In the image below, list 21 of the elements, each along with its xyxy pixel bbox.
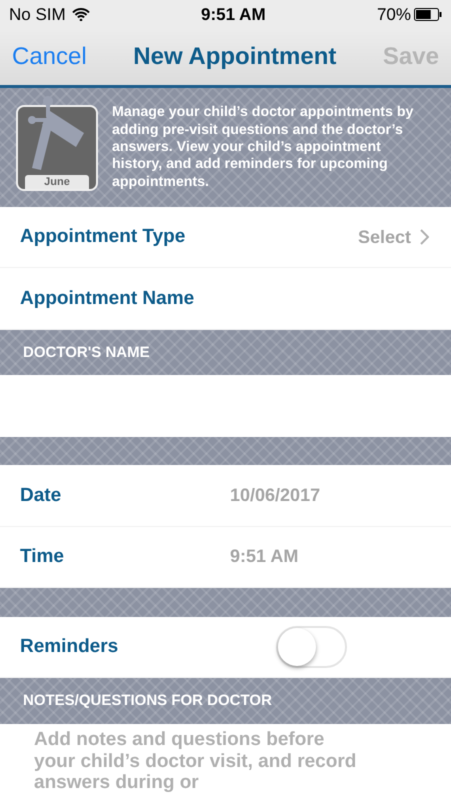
row-value[interactable]: 9:51 AM [230, 546, 298, 568]
intro-text: Manage your child’s doctor appointments by adding pre-visit questions and the doctor’s answers. View your child’s appointment history, and add reminders for upcoming appointments. [112, 104, 414, 191]
battery-percent: 70% [376, 4, 411, 25]
row-label: Time [20, 546, 64, 568]
battery-icon [414, 8, 442, 22]
row-value[interactable]: 10/06/2017 [230, 485, 320, 506]
section-title: NOTES/QUESTIONS FOR DOCTOR [23, 692, 272, 710]
select-value[interactable]: Select [358, 226, 429, 248]
row-label: Appointment Type [20, 226, 186, 248]
row-label: Reminders [20, 636, 118, 658]
cancel-button[interactable]: Cancel [12, 43, 87, 72]
row-label[interactable]: Appointment Name [20, 288, 194, 310]
chevron-icon [419, 229, 429, 246]
reminders-toggle[interactable] [276, 626, 347, 668]
wifi-icon [72, 8, 90, 22]
month-label: June [25, 174, 89, 189]
clock-text: 9:51 AM [201, 4, 266, 25]
carrier-text: No SIM [9, 4, 90, 25]
screen-title: New Appointment [133, 43, 336, 72]
row-label: Date [20, 484, 62, 507]
section-title: DOCTOR'S NAME [23, 344, 150, 361]
